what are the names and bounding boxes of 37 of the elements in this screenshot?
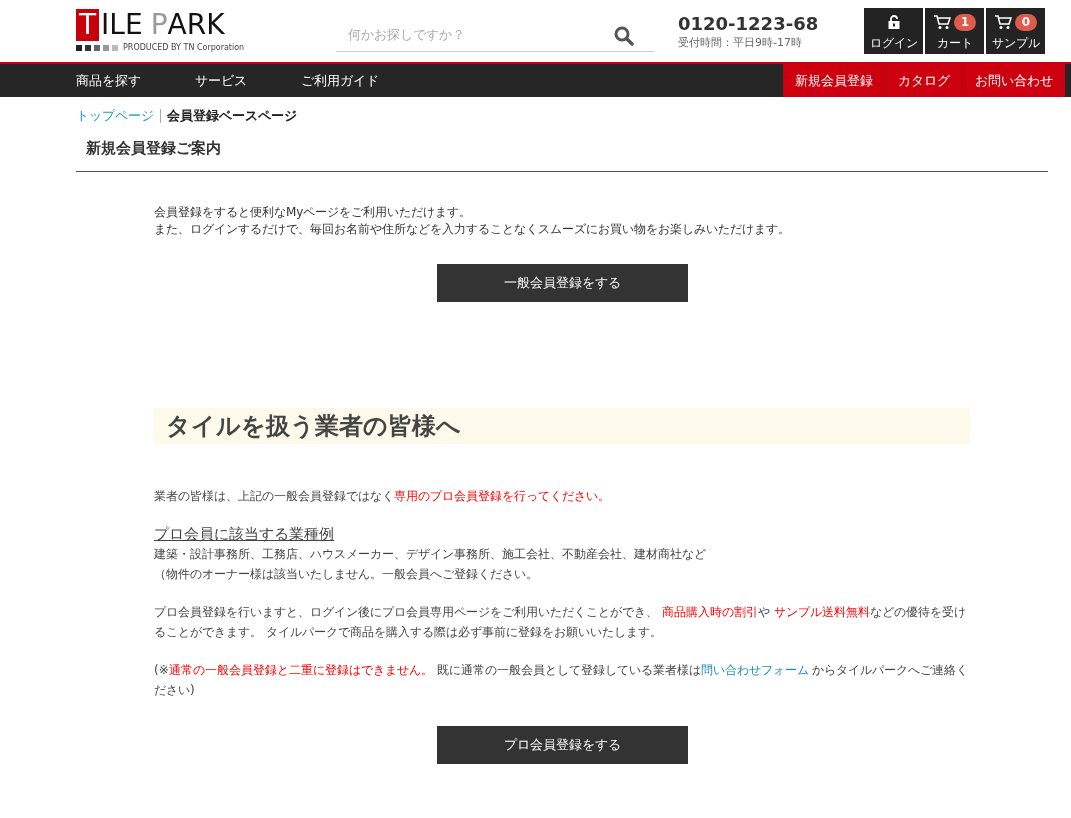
register-button[interactable]: プロ会員登録をする bbox=[436, 726, 688, 764]
nav-link[interactable]: 商品を探す bbox=[76, 64, 141, 97]
cart-button[interactable]: 0 サンプル bbox=[986, 8, 1045, 54]
paragraph: （物件のオーナー様は該当いたしません。一般会員へご登録ください。 bbox=[154, 566, 539, 583]
search-field[interactable]: 何かお探しですか？ bbox=[336, 18, 654, 52]
logo-letter-tile[interactable]: T bbox=[76, 9, 100, 41]
paragraph: プロ会員登録を行いますと、ログイン後にプロ会員専用ページをご利用いただくことができ、 商品購入時の割引や サンプル送料無料などの優待を受けることができます。 タイルパークで商品を購入する際は必ず事前に登録をお願いいたします。 bbox=[154, 604, 967, 641]
paragraph: 建築・設計事務所、工務店、ハウスメーカー、デザイン事務所、施工会社、不動産会社、建材商社など bbox=[154, 546, 707, 563]
nav-button[interactable]: お問い合わせ bbox=[963, 64, 1065, 97]
padlock-icon bbox=[887, 15, 900, 29]
logo-tagline: PRODUCED BY TN Corporation bbox=[123, 43, 245, 53]
nav-link[interactable]: サービス bbox=[195, 64, 247, 97]
paragraph: 業者の皆様は、上記の一般会員登録ではなく 専用のプロ会員登録を行ってください。 bbox=[154, 488, 611, 505]
contact-form-link[interactable]: 問い合わせフォーム bbox=[700, 663, 809, 677]
subheading: プロ会員に該当する業種例 bbox=[154, 524, 335, 544]
business-hours: 受付時間：平日9時-17時 bbox=[678, 34, 803, 50]
cart-icon bbox=[993, 14, 1012, 30]
login-button[interactable]: ログイン bbox=[864, 8, 923, 54]
search-icon bbox=[614, 26, 634, 46]
paragraph: (※通常の一般会員登録と二重に登録はできません。 既に通常の一般会員として登録している業者様は問い合わせフォーム からタイルパークへご連絡ください) bbox=[154, 662, 970, 699]
intro-text: また、ログインするだけで、毎回お名前や住所などを入力することなくスムーズにお買い物をお楽しみいただけます。 bbox=[154, 221, 791, 238]
cart-button[interactable]: 1 カート bbox=[925, 8, 984, 54]
nav-button[interactable]: カタログ bbox=[886, 64, 962, 97]
logo-text[interactable]: ARK bbox=[167, 9, 225, 41]
count-badge: 0 bbox=[1014, 13, 1038, 31]
register-button[interactable]: 一般会員登録をする bbox=[436, 264, 688, 302]
breadcrumb-current: 会員登録ベースページ bbox=[167, 107, 297, 125]
cart-icon bbox=[932, 14, 951, 30]
phone-number: 0120-1223-68 bbox=[678, 12, 820, 35]
nav-link[interactable]: ご利用ガイド bbox=[301, 64, 379, 97]
section-heading: タイルを扱う業者の皆様へ bbox=[154, 408, 970, 444]
logo-text[interactable]: ILE bbox=[101, 9, 143, 41]
intro-text: 会員登録をすると便利なMyページをご利用いただけます。 bbox=[154, 204, 473, 221]
squares-drawing bbox=[76, 45, 118, 51]
count-badge: 1 bbox=[953, 13, 977, 31]
nav-button[interactable]: 新規会員登録 bbox=[783, 64, 885, 97]
page-title: 新規会員登録ご案内 bbox=[76, 139, 1048, 172]
